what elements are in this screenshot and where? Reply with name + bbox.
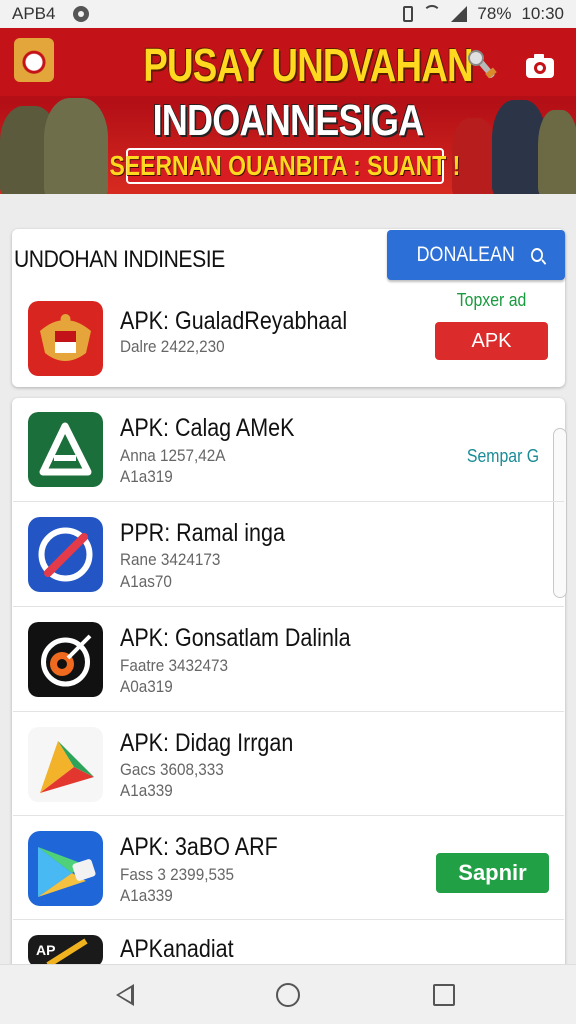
install-button[interactable]: Sapnir <box>436 853 549 893</box>
app-meta-size: Fass 3 2399,535 <box>120 865 234 884</box>
apk-button-label: APK <box>471 329 512 352</box>
divider <box>13 919 564 920</box>
status-left-text: APB4 <box>12 4 56 23</box>
garuda-emblem-icon <box>14 38 54 82</box>
back-icon[interactable] <box>116 984 134 1006</box>
status-bar: APB4 78% 10:30 <box>0 0 576 28</box>
app-meta-size: Gacs 3608,333 <box>120 760 224 779</box>
search-icon <box>530 248 543 262</box>
wifi-icon <box>423 5 442 23</box>
app-name: APKanadiat <box>120 935 234 963</box>
app-icon-garuda[interactable] <box>28 301 103 376</box>
download-button[interactable]: DONALEAN <box>387 230 565 280</box>
clock: 10:30 <box>521 4 564 23</box>
app-meta-version: A1a319 <box>120 467 173 486</box>
camera-icon[interactable] <box>522 48 558 84</box>
tools-icon[interactable] <box>466 48 502 84</box>
banner-subtitle: SEERNAN OUANBITA : SUANT ! <box>109 150 461 181</box>
app-name: APK: Didag Irrgan <box>120 729 294 757</box>
svg-text:AP: AP <box>36 942 55 958</box>
app-name: PPR: Ramal inga <box>120 519 285 547</box>
divider <box>13 501 564 502</box>
divider <box>13 711 564 712</box>
apk-download-button[interactable]: APK <box>435 322 548 360</box>
app-icon-play <box>28 727 103 802</box>
officer-figure-right3 <box>538 110 576 194</box>
app-meta-version: A1a339 <box>120 886 173 905</box>
recents-icon[interactable] <box>433 984 455 1006</box>
install-button-label: Sapnir <box>458 860 527 885</box>
top-badge: Topxer ad <box>456 290 527 310</box>
banner-title-line2: INDOANNESIGA <box>152 96 425 145</box>
app-meta-version: A1as70 <box>120 572 172 591</box>
app-side-label[interactable]: Sempar G <box>467 446 539 467</box>
app-name: APK: Gonsatlam Dalinla <box>120 624 351 652</box>
app-meta-size: Rane 3424173 <box>120 550 221 569</box>
app-icon-store <box>28 831 103 906</box>
download-button-label: DONALEAN <box>416 243 516 266</box>
officer-figure-left2 <box>44 98 108 194</box>
navigation-bar <box>0 964 576 1024</box>
featured-app-name[interactable]: APK: GualadReyabhaal <box>120 307 347 336</box>
banner-subtitle-strip: SEERNAN OUANBITA : SUANT ! <box>110 148 460 184</box>
battery-level: 78% <box>477 4 512 23</box>
signal-icon <box>451 6 468 22</box>
featured-app-meta: Dalre 2422,230 <box>120 337 225 356</box>
app-meta-version: A1a339 <box>120 781 173 800</box>
scrollbar[interactable] <box>553 428 567 598</box>
app-name: APK: Calag AMeK <box>120 414 295 442</box>
notification-icon <box>73 6 90 22</box>
app-name: APK: 3aBO ARF <box>120 833 278 861</box>
vibrate-icon <box>403 6 414 22</box>
divider <box>13 606 564 607</box>
app-meta-size: Anna 1257,42A <box>120 446 226 465</box>
banner-title-line1: PUSAY UNDVAHAN <box>143 39 473 91</box>
app-icon-arrow: AP <box>28 935 103 967</box>
header-banner: PUSAY UNDVAHAN INDOANNESIGA SEERNAN OUAN… <box>0 28 576 194</box>
home-icon[interactable] <box>276 983 300 1007</box>
app-meta-version: A0a319 <box>120 677 173 696</box>
app-icon-target <box>28 622 103 697</box>
app-icon-compass <box>28 517 103 592</box>
divider <box>13 815 564 816</box>
section-heading: UNDOHAN INDINESIE <box>14 246 225 273</box>
app-meta-size: Faatre 3432473 <box>120 656 229 675</box>
app-icon-android <box>28 412 103 487</box>
